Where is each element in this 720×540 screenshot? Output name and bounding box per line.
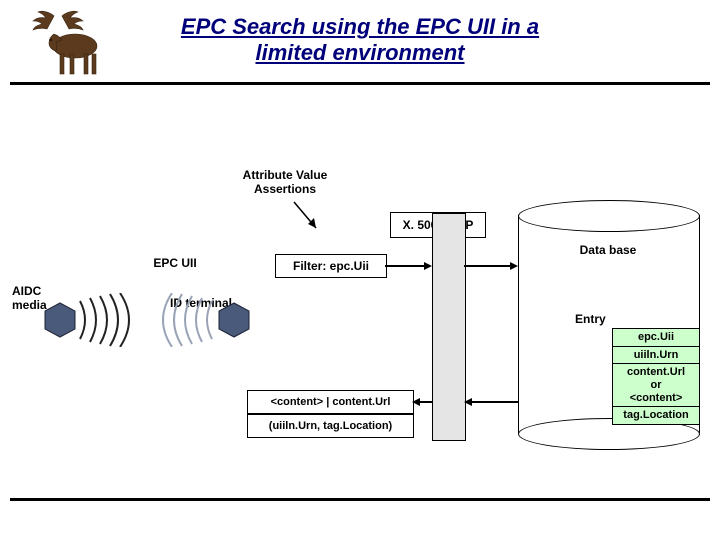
entry-row-3: content.Url or <content> xyxy=(612,363,700,407)
arrowhead-server-to-db xyxy=(510,262,518,270)
arrowhead-filter-to-server xyxy=(424,262,432,270)
box-content-return: <content> | content.Url xyxy=(247,390,414,414)
title-line-2: limited environment xyxy=(255,40,464,65)
label-epc-uii: EPC UII xyxy=(140,256,210,270)
line-server-to-db xyxy=(464,265,514,267)
reader-hexagon-icon xyxy=(214,300,254,340)
entry-table: epc.Uii uiiln.Urn content.Url or <conten… xyxy=(612,328,700,425)
server-box xyxy=(432,213,466,441)
label-attribute-value-assertions: Attribute Value Assertions xyxy=(225,168,345,196)
radio-waves-out-icon xyxy=(76,293,146,347)
radio-waves-in-icon xyxy=(146,293,216,347)
title-line-1: EPC Search using the EPC UII in a xyxy=(181,14,539,39)
entry-row-2: uiiln.Urn xyxy=(612,346,700,365)
label-database: Data base xyxy=(518,243,698,257)
arrowhead-db-to-server xyxy=(464,398,472,406)
line-db-to-server xyxy=(468,401,518,403)
divider-bottom xyxy=(10,498,710,501)
page-title: EPC Search using the EPC UII in a limite… xyxy=(0,14,720,67)
tag-hexagon-icon xyxy=(40,300,80,340)
box-content-args: (uiiln.Urn, tag.Location) xyxy=(247,414,414,438)
entry-row-4: tag.Location xyxy=(612,406,700,425)
box-filter: Filter: epc.Uii xyxy=(275,254,387,278)
arrowhead-server-to-content xyxy=(412,398,420,406)
divider-top xyxy=(10,82,710,85)
line-filter-to-server xyxy=(385,265,428,267)
label-entry-heading: Entry xyxy=(575,312,625,326)
entry-row-1: epc.Uii xyxy=(612,328,700,347)
arrow-ava-to-filter xyxy=(290,198,330,238)
database-cylinder-top xyxy=(518,200,700,232)
